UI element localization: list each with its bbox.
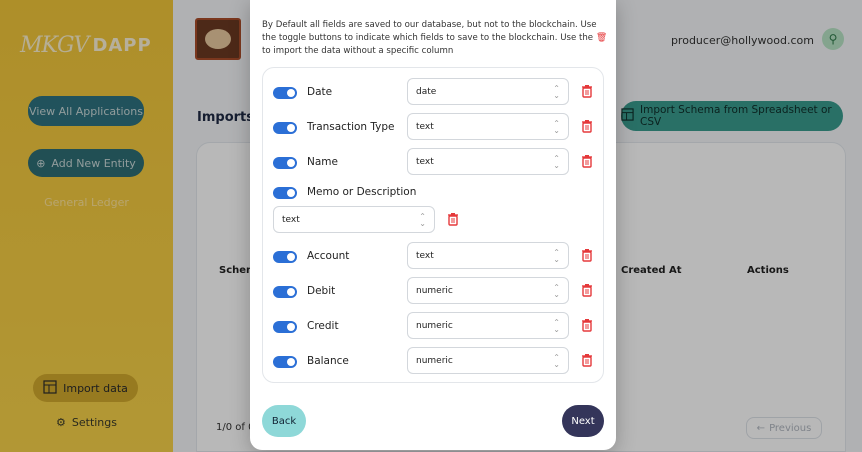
blockchain-toggle[interactable]: [273, 157, 297, 169]
field-row: Balance numeric ⌃ ⌄: [263, 347, 605, 375]
field-type-select[interactable]: text ⌃ ⌄: [407, 148, 569, 175]
field-label: Transaction Type: [307, 121, 395, 133]
field-label: Date: [307, 86, 333, 98]
chevron-updown-icon: ⌃ ⌄: [553, 119, 560, 135]
blockchain-toggle[interactable]: [273, 187, 297, 199]
field-list: Date date ⌃ ⌄ Transaction Type text ⌃ ⌄ Name…: [262, 67, 604, 383]
field-selection-modal: By Default all fields are saved to our d…: [250, 0, 616, 450]
modal-description: By Default all fields are saved to our d…: [262, 19, 608, 58]
field-label: Memo or Description: [307, 186, 417, 198]
field-type-select[interactable]: numeric ⌃ ⌄: [407, 277, 569, 304]
field-row: Account text ⌃ ⌄: [263, 242, 605, 270]
chevron-updown-icon: ⌃ ⌄: [553, 154, 560, 170]
chevron-updown-icon: ⌃ ⌄: [419, 212, 426, 228]
field-label: Name: [307, 156, 338, 168]
field-type-select[interactable]: text ⌃ ⌄: [407, 113, 569, 140]
chevron-updown-icon: ⌃ ⌄: [553, 84, 560, 100]
trash-icon[interactable]: [581, 248, 593, 262]
chevron-updown-icon: ⌃ ⌄: [553, 353, 560, 369]
field-type-select[interactable]: numeric ⌃ ⌄: [407, 347, 569, 374]
field-label: Account: [307, 250, 350, 262]
blockchain-toggle[interactable]: [273, 251, 297, 263]
blockchain-toggle[interactable]: [273, 122, 297, 134]
blockchain-toggle[interactable]: [273, 321, 297, 333]
trash-icon[interactable]: [581, 119, 593, 133]
trash-icon[interactable]: [581, 283, 593, 297]
trash-icon[interactable]: [581, 318, 593, 332]
next-button[interactable]: Next: [562, 405, 604, 437]
field-type-select[interactable]: date ⌃ ⌄: [407, 78, 569, 105]
field-row: Memo or Description: [263, 178, 605, 206]
field-row-sub: text ⌃ ⌄: [263, 206, 605, 234]
field-type-select[interactable]: numeric ⌃ ⌄: [407, 312, 569, 339]
blockchain-toggle[interactable]: [273, 87, 297, 99]
trash-icon[interactable]: [581, 84, 593, 98]
field-row: Debit numeric ⌃ ⌄: [263, 277, 605, 305]
field-label: Balance: [307, 355, 349, 367]
chevron-updown-icon: ⌃ ⌄: [553, 248, 560, 264]
blockchain-toggle[interactable]: [273, 286, 297, 298]
description-text-start: By Default all fields are saved to our d…: [262, 20, 597, 43]
field-row: Date date ⌃ ⌄: [263, 78, 605, 106]
field-row: Credit numeric ⌃ ⌄: [263, 312, 605, 340]
field-type-select[interactable]: text ⌃ ⌄: [273, 206, 435, 233]
field-row: Transaction Type text ⌃ ⌄: [263, 113, 605, 141]
trash-icon[interactable]: [581, 353, 593, 367]
field-label: Credit: [307, 320, 339, 332]
blockchain-toggle[interactable]: [273, 356, 297, 368]
field-label: Debit: [307, 285, 336, 297]
trash-icon[interactable]: [581, 154, 593, 168]
field-type-select[interactable]: text ⌃ ⌄: [407, 242, 569, 269]
trash-icon: 🗑: [595, 33, 608, 43]
chevron-updown-icon: ⌃ ⌄: [553, 283, 560, 299]
back-button[interactable]: Back: [262, 405, 306, 437]
trash-icon[interactable]: [447, 212, 459, 226]
chevron-updown-icon: ⌃ ⌄: [553, 318, 560, 334]
field-row: Name text ⌃ ⌄: [263, 148, 605, 176]
description-text-end: to import the data without a specific co…: [262, 46, 454, 56]
